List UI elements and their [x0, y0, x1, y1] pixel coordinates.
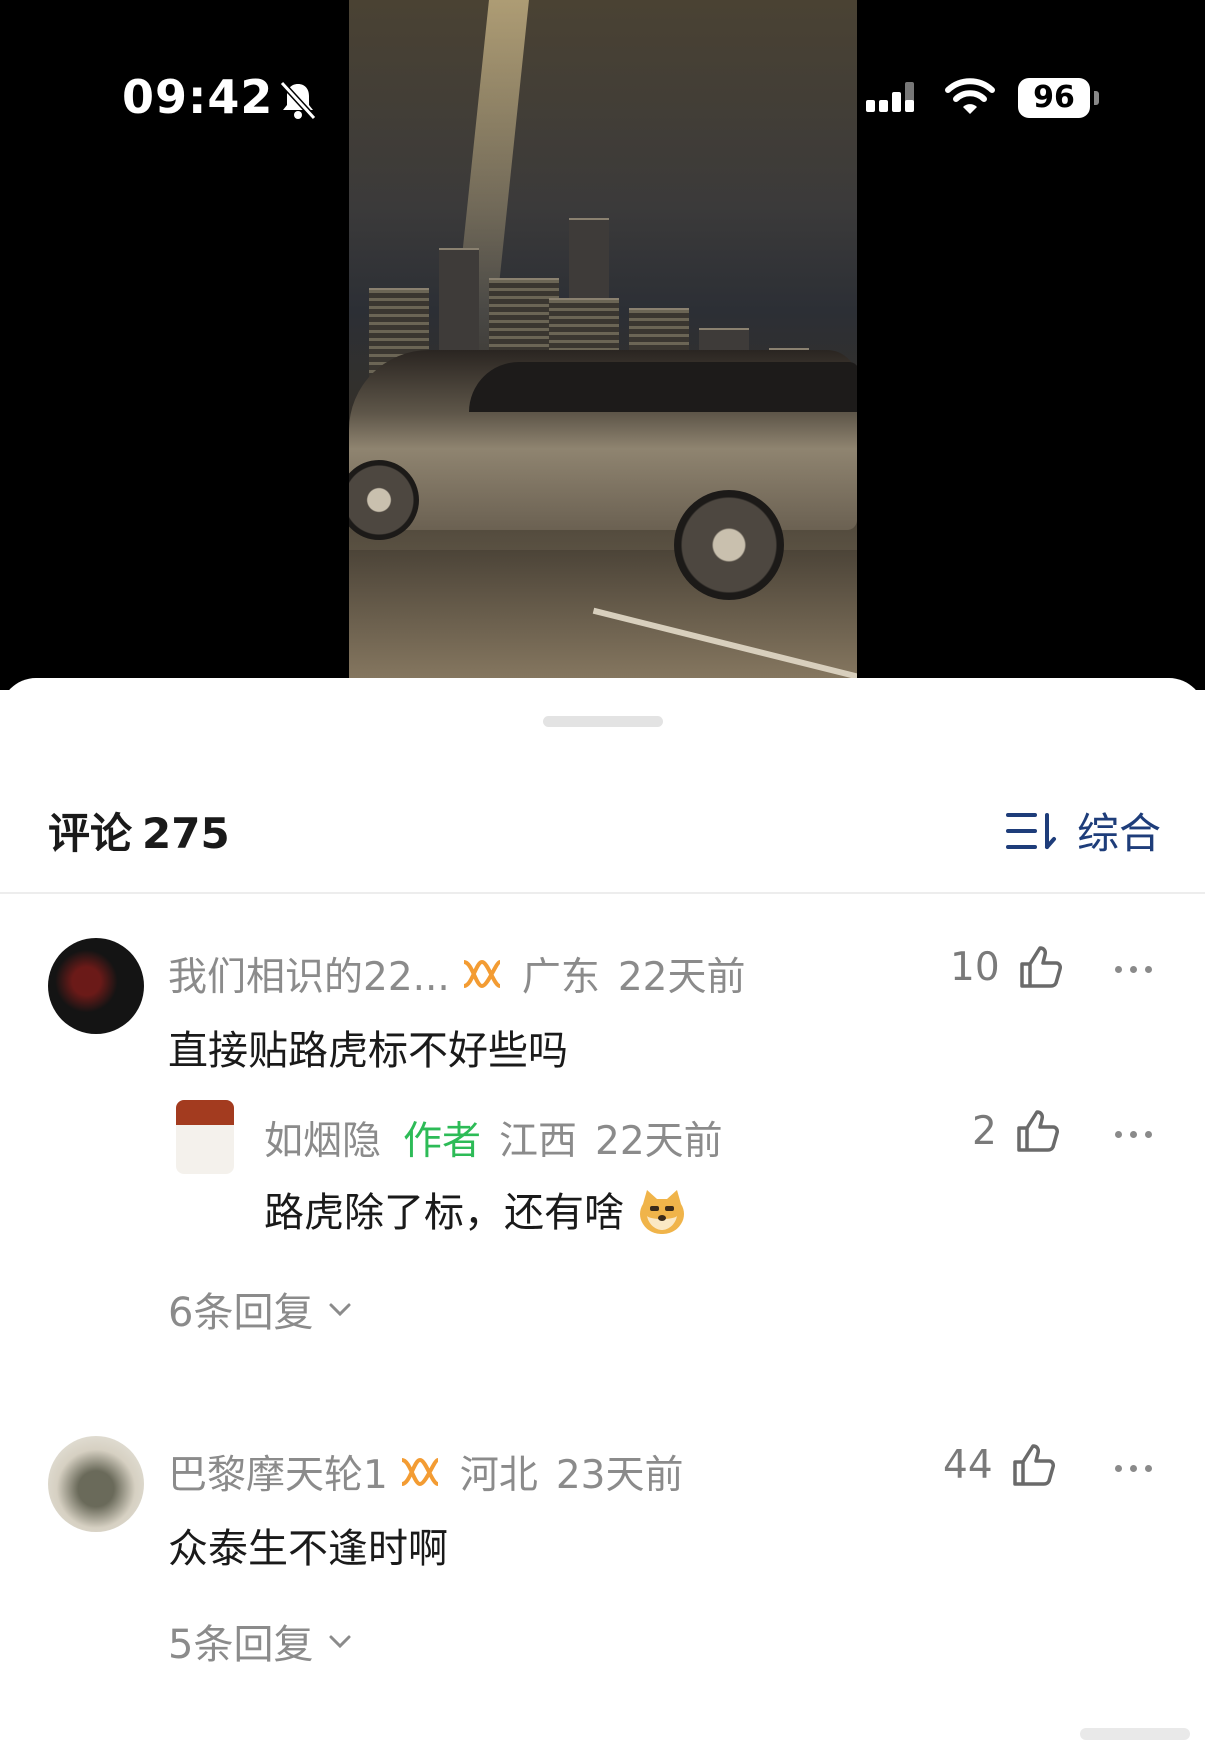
author-badge: 作者 [403, 1119, 482, 1164]
like-button[interactable]: 44 [943, 1442, 1057, 1488]
bell-slash-icon [279, 80, 317, 121]
car-wheel [674, 490, 784, 600]
comment-text: 众泰生不逢时啊 [168, 1526, 448, 1572]
comments-title: 评论 275 [48, 800, 230, 861]
location: 广东 [521, 955, 600, 1000]
comments-count: 275 [142, 809, 230, 858]
battery-tip [1094, 91, 1099, 105]
road [349, 550, 857, 690]
chevron-down-icon [329, 1635, 351, 1649]
view-replies-button[interactable]: 5条回复 [168, 1612, 353, 1670]
sort-icon [1005, 812, 1056, 849]
video-frame [349, 0, 857, 690]
sheet-drag-handle[interactable] [543, 716, 663, 727]
like-icon [1012, 1444, 1055, 1486]
replies-label: 5条回复 [168, 1622, 314, 1668]
comment-text: 直接贴路虎标不好些吗 [168, 1028, 568, 1074]
username[interactable]: 我们相识的22... [168, 946, 450, 1002]
avatar[interactable] [48, 938, 144, 1034]
reply-meta: 如烟隐 作者 江西 22天前 [264, 1110, 723, 1166]
view-replies-button[interactable]: 6条回复 [168, 1280, 353, 1338]
doge-emoji-icon [639, 1190, 684, 1234]
avatar[interactable] [48, 1436, 144, 1532]
reply-like-count: 2 [972, 1108, 997, 1154]
reply-location: 江西 [499, 1119, 578, 1164]
replies-label: 6条回复 [168, 1290, 314, 1336]
like-icon [1017, 1110, 1059, 1152]
reply-text: 路虎除了标，还有啥 [264, 1190, 624, 1236]
battery-indicator: 96 [1018, 78, 1090, 118]
like-button[interactable]: 10 [950, 944, 1064, 990]
reply-avatar[interactable] [176, 1100, 234, 1174]
comment-meta: 巴黎摩天轮1 河北 23天前 [168, 1444, 683, 1500]
username[interactable]: 巴黎摩天轮1 [168, 1444, 388, 1500]
home-indicator [1080, 1728, 1190, 1740]
wifi-icon [945, 78, 995, 114]
like-count: 10 [950, 944, 1000, 990]
vip-icon [463, 959, 501, 989]
more-icon[interactable] [1115, 963, 1155, 975]
chevron-down-icon [329, 1303, 351, 1317]
status-time: 09:42 [122, 70, 274, 124]
location: 河北 [459, 1453, 538, 1498]
sort-button[interactable]: 综合 [1005, 800, 1161, 861]
more-icon[interactable] [1115, 1128, 1155, 1140]
reply-like-button[interactable]: 2 [972, 1108, 1061, 1154]
comments-label: 评论 [48, 809, 133, 858]
reply-text-line: 路虎除了标，还有啥 [264, 1180, 687, 1238]
reply-timestamp: 22天前 [595, 1119, 723, 1164]
like-count: 44 [943, 1442, 993, 1488]
timestamp: 22天前 [617, 955, 746, 1000]
header-divider [0, 892, 1205, 894]
reply-username[interactable]: 如烟隐 [264, 1110, 381, 1166]
vip-icon [401, 1457, 439, 1487]
comment-meta: 我们相识的22... 广东 22天前 [168, 946, 745, 1002]
timestamp: 23天前 [555, 1453, 684, 1498]
signal-icon [866, 82, 914, 112]
more-icon[interactable] [1115, 1462, 1155, 1474]
sort-label: 综合 [1076, 809, 1161, 858]
like-icon [1019, 946, 1062, 988]
car-window [469, 362, 857, 412]
